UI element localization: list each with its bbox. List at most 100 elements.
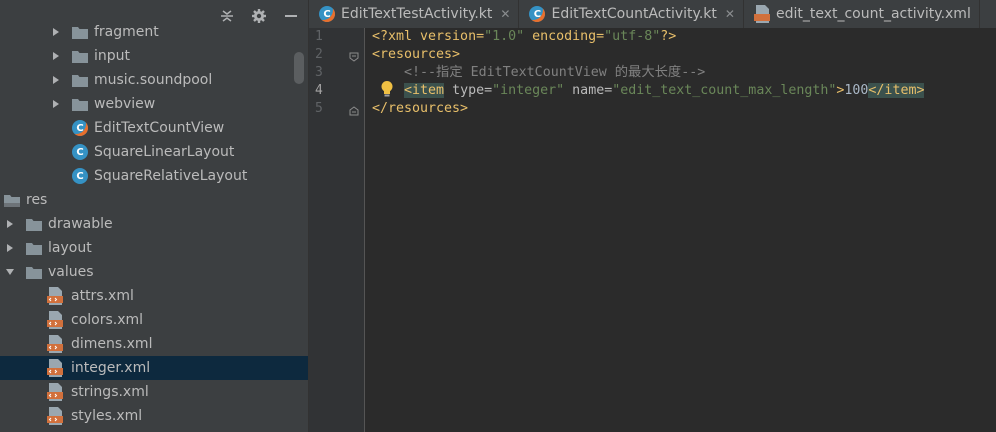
tree-item-colors-xml[interactable]: colors.xml (0, 308, 308, 332)
line-number: 2 (315, 47, 323, 62)
kotlin-class-icon: C (319, 6, 335, 22)
tree-item-layout[interactable]: layout (0, 236, 295, 260)
tree-item-webview[interactable]: webview (0, 92, 308, 116)
editor-gutter: 1 2 3 4 5 (309, 28, 365, 432)
chevron-right-icon[interactable] (4, 218, 16, 230)
folder-icon (26, 266, 48, 279)
tree-item-attrs-xml[interactable]: attrs.xml (0, 284, 308, 308)
tree-item-label: layout (48, 240, 92, 256)
code-token: "edit_text_count_max_length" (612, 83, 837, 98)
code-token: <?xml version= (372, 29, 485, 44)
tree-item-label: EditTextCountView (94, 120, 225, 136)
class-icon: C (72, 144, 88, 160)
close-icon[interactable]: ✕ (725, 7, 735, 21)
tree-item-label: webview (94, 96, 156, 112)
close-icon[interactable]: ✕ (500, 7, 510, 21)
code-token: ?> (660, 29, 677, 44)
tree-item-res[interactable]: res (0, 188, 295, 212)
folder-icon (26, 242, 48, 255)
folder-icon (72, 98, 94, 111)
line-number: 5 (315, 101, 323, 116)
tree-item-drawable[interactable]: drawable (0, 212, 295, 236)
code-token: "1.0" (484, 29, 525, 44)
code-token: <item (404, 83, 445, 98)
lightbulb-icon[interactable] (380, 80, 394, 98)
editor-tab[interactable]: edit_text_count_activity.xml (744, 0, 980, 28)
tree-item-label: attrs.xml (71, 288, 134, 304)
tree-item-input[interactable]: input (0, 44, 308, 68)
tree-item-label: values (48, 264, 94, 280)
code-token: name= (564, 83, 613, 98)
tree-item-squarelinearlayout[interactable]: C SquareLinearLayout (0, 140, 308, 164)
tree-item-strings-xml[interactable]: strings.xml (0, 380, 308, 404)
tree-item-edittextcountview[interactable]: C EditTextCountView (0, 116, 308, 140)
editor-tab[interactable]: C EditTextTestActivity.kt ✕ (309, 0, 520, 28)
project-panel-toolbar (208, 0, 308, 32)
code-token: type= (444, 83, 493, 98)
fold-open-icon[interactable] (349, 50, 359, 62)
tree-item-styles-xml[interactable]: styles.xml (0, 404, 308, 428)
code-line[interactable]: <item type="integer" name="edit_text_cou… (372, 82, 925, 100)
xml-file-icon (47, 407, 71, 425)
resource-folder-icon (4, 194, 26, 207)
tree-item-label: strings.xml (71, 384, 149, 400)
line-number: 1 (315, 29, 323, 44)
code-token: <resources> (372, 47, 461, 62)
code-token: "integer" (492, 83, 565, 98)
gear-icon[interactable] (250, 7, 268, 25)
minimize-icon[interactable] (282, 7, 300, 25)
xml-file-icon (47, 335, 71, 353)
code-line[interactable]: <!--指定 EditTextCountView 的最大长度--> (372, 64, 705, 82)
folder-icon (72, 74, 94, 87)
code-token: <!--指定 EditTextCountView 的最大长度--> (372, 65, 706, 80)
tree-item-label: fragment (94, 24, 159, 40)
tree-item-music-soundpool[interactable]: music.soundpool (0, 68, 308, 92)
xml-file-icon (47, 383, 71, 401)
code-token: "utf-8" (604, 29, 661, 44)
folder-icon (26, 218, 48, 231)
editor-tab[interactable]: C EditTextCountActivity.kt ✕ (519, 0, 744, 28)
code-line[interactable]: </resources> (372, 100, 468, 118)
code-line[interactable]: <resources> (372, 46, 460, 64)
folder-icon (72, 26, 94, 39)
kotlin-class-icon: C (72, 120, 88, 136)
chevron-right-icon[interactable] (4, 242, 16, 254)
tree-item-dimens-xml[interactable]: dimens.xml (0, 332, 308, 356)
tree-item-label: SquareRelativeLayout (94, 168, 248, 184)
tree-item-label: dimens.xml (71, 336, 153, 352)
chevron-down-icon[interactable] (4, 266, 16, 278)
tree-item-label: colors.xml (71, 312, 144, 328)
tree-scrollbar-thumb[interactable] (294, 52, 304, 84)
tree-item-integer-xml[interactable]: integer.xml (0, 356, 308, 380)
chevron-right-icon[interactable] (50, 26, 62, 38)
line-number: 3 (315, 65, 323, 80)
code-token: 100 (844, 83, 869, 98)
tab-label: edit_text_count_activity.xml (775, 6, 971, 22)
code-editor[interactable]: <?xml version="1.0" encoding="utf-8"?> <r… (365, 28, 996, 432)
editor-tab-bar: C EditTextTestActivity.kt ✕ C EditTextCountA… (309, 0, 996, 29)
line-number: 4 (315, 83, 323, 98)
xml-file-icon (753, 5, 776, 23)
code-token: encoding= (524, 29, 605, 44)
xml-file-icon (47, 287, 71, 305)
xml-file-icon (47, 311, 71, 329)
tab-label: EditTextTestActivity.kt (341, 6, 493, 22)
tree-item-label: music.soundpool (94, 72, 213, 88)
chevron-right-icon[interactable] (50, 74, 62, 86)
folder-icon (72, 50, 94, 63)
tree-item-label: SquareLinearLayout (94, 144, 235, 160)
tree-item-squarerelativelayout[interactable]: C SquareRelativeLayout (0, 164, 308, 188)
tree-item-values[interactable]: values (0, 260, 295, 284)
tree-item-label: input (94, 48, 131, 64)
code-token: </item> (868, 83, 925, 98)
chevron-right-icon[interactable] (50, 50, 62, 62)
tab-label: EditTextCountActivity.kt (551, 6, 717, 22)
tree-item-label: styles.xml (71, 408, 143, 424)
kotlin-class-icon: C (529, 6, 546, 22)
fold-close-icon[interactable] (349, 104, 359, 116)
tree-item-label: integer.xml (71, 360, 151, 376)
chevron-right-icon[interactable] (50, 98, 62, 110)
class-icon: C (72, 168, 88, 184)
code-line[interactable]: <?xml version="1.0" encoding="utf-8"?> (372, 28, 676, 46)
collapse-all-icon[interactable] (218, 7, 236, 25)
